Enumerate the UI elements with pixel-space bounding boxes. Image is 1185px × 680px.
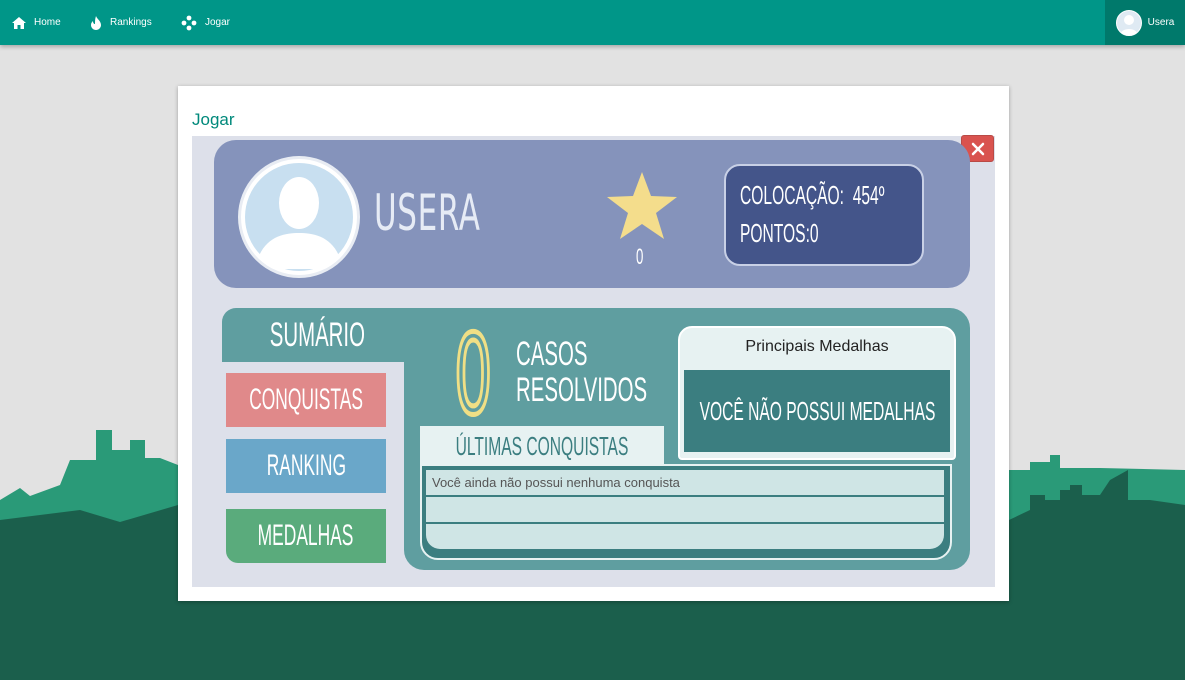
list-item: Você ainda não possui nenhuma conquista: [426, 470, 944, 495]
rank-box: COLOCAÇÃO: 454º PONTOS:0: [724, 164, 924, 266]
play-card: Jogar USERA 0 COLOCAÇÃO: 454º PONTOS:0 S…: [178, 86, 1009, 601]
ranking-button[interactable]: RANKING: [226, 439, 386, 493]
points-line: PONTOS:0: [740, 218, 819, 249]
achievements-button[interactable]: CONQUISTAS: [226, 373, 386, 427]
game-area: USERA 0 COLOCAÇÃO: 454º PONTOS:0 SUMÁRIO…: [192, 135, 995, 587]
points-value: 0: [809, 218, 819, 248]
profile-avatar: [238, 156, 360, 278]
top-medals-title: Principais Medalhas: [745, 338, 889, 355]
list-item: [426, 524, 944, 549]
home-icon: [12, 16, 26, 29]
last-achievements-title: ÚLTIMAS CONQUISTAS: [455, 430, 629, 461]
medals-button[interactable]: MEDALHAS: [226, 509, 386, 563]
fire-icon: [91, 15, 101, 30]
medals-button-label: MEDALHAS: [258, 519, 354, 552]
cases-label-line-1: CASOS: [516, 335, 588, 373]
rank-line: COLOCAÇÃO: 454º: [740, 180, 884, 211]
cases-label: CASOS RESOLVIDOS: [516, 336, 647, 408]
ranking-button-label: RANKING: [266, 449, 346, 482]
summary-panel: 0 CASOS RESOLVIDOS Principais Medalhas V…: [404, 308, 970, 570]
rank-label: COLOCAÇÃO:: [740, 180, 845, 210]
nav-home[interactable]: Home: [12, 0, 61, 45]
profile-header: USERA 0 COLOCAÇÃO: 454º PONTOS:0: [214, 140, 970, 288]
nav-jogar-label: Jogar: [205, 17, 231, 28]
star-count: 0: [636, 244, 644, 269]
points-label: PONTOS:: [740, 218, 810, 248]
card-title: Jogar: [192, 110, 235, 129]
user-menu[interactable]: Usera: [1105, 0, 1185, 45]
nav-jogar[interactable]: Jogar: [181, 0, 230, 45]
achievements-button-label: CONQUISTAS: [249, 383, 363, 416]
cases-count: 0: [453, 311, 494, 439]
nav-rankings-label: Rankings: [110, 17, 152, 28]
summary-tab-label: SUMÁRIO: [269, 315, 365, 354]
profile-username: USERA: [374, 184, 481, 242]
user-silhouette-icon: [245, 163, 353, 271]
rank-value: 454º: [852, 180, 885, 210]
no-medals-message: VOCÊ NÃO POSSUI MEDALHAS: [684, 370, 950, 452]
nav-rankings[interactable]: Rankings: [90, 0, 152, 45]
top-medals-box: Principais Medalhas VOCÊ NÃO POSSUI MEDA…: [678, 326, 956, 460]
close-icon: [971, 142, 984, 155]
list-item: [426, 497, 944, 522]
nav-home-label: Home: [34, 17, 61, 28]
no-medals-text: VOCÊ NÃO POSSUI MEDALHAS: [699, 395, 935, 426]
last-achievements-tab: ÚLTIMAS CONQUISTAS: [420, 426, 664, 466]
summary-tab[interactable]: SUMÁRIO: [222, 308, 412, 362]
gamepad-icon: [181, 15, 197, 30]
achievements-list: Você ainda não possui nenhuma conquista: [420, 464, 952, 560]
cases-label-line-2: RESOLVIDOS: [516, 371, 648, 409]
top-navbar: Home Rankings Jogar Usera: [0, 0, 1185, 45]
user-avatar-icon: [1115, 9, 1142, 36]
user-name: Usera: [1147, 17, 1175, 28]
star-icon: [607, 172, 677, 239]
